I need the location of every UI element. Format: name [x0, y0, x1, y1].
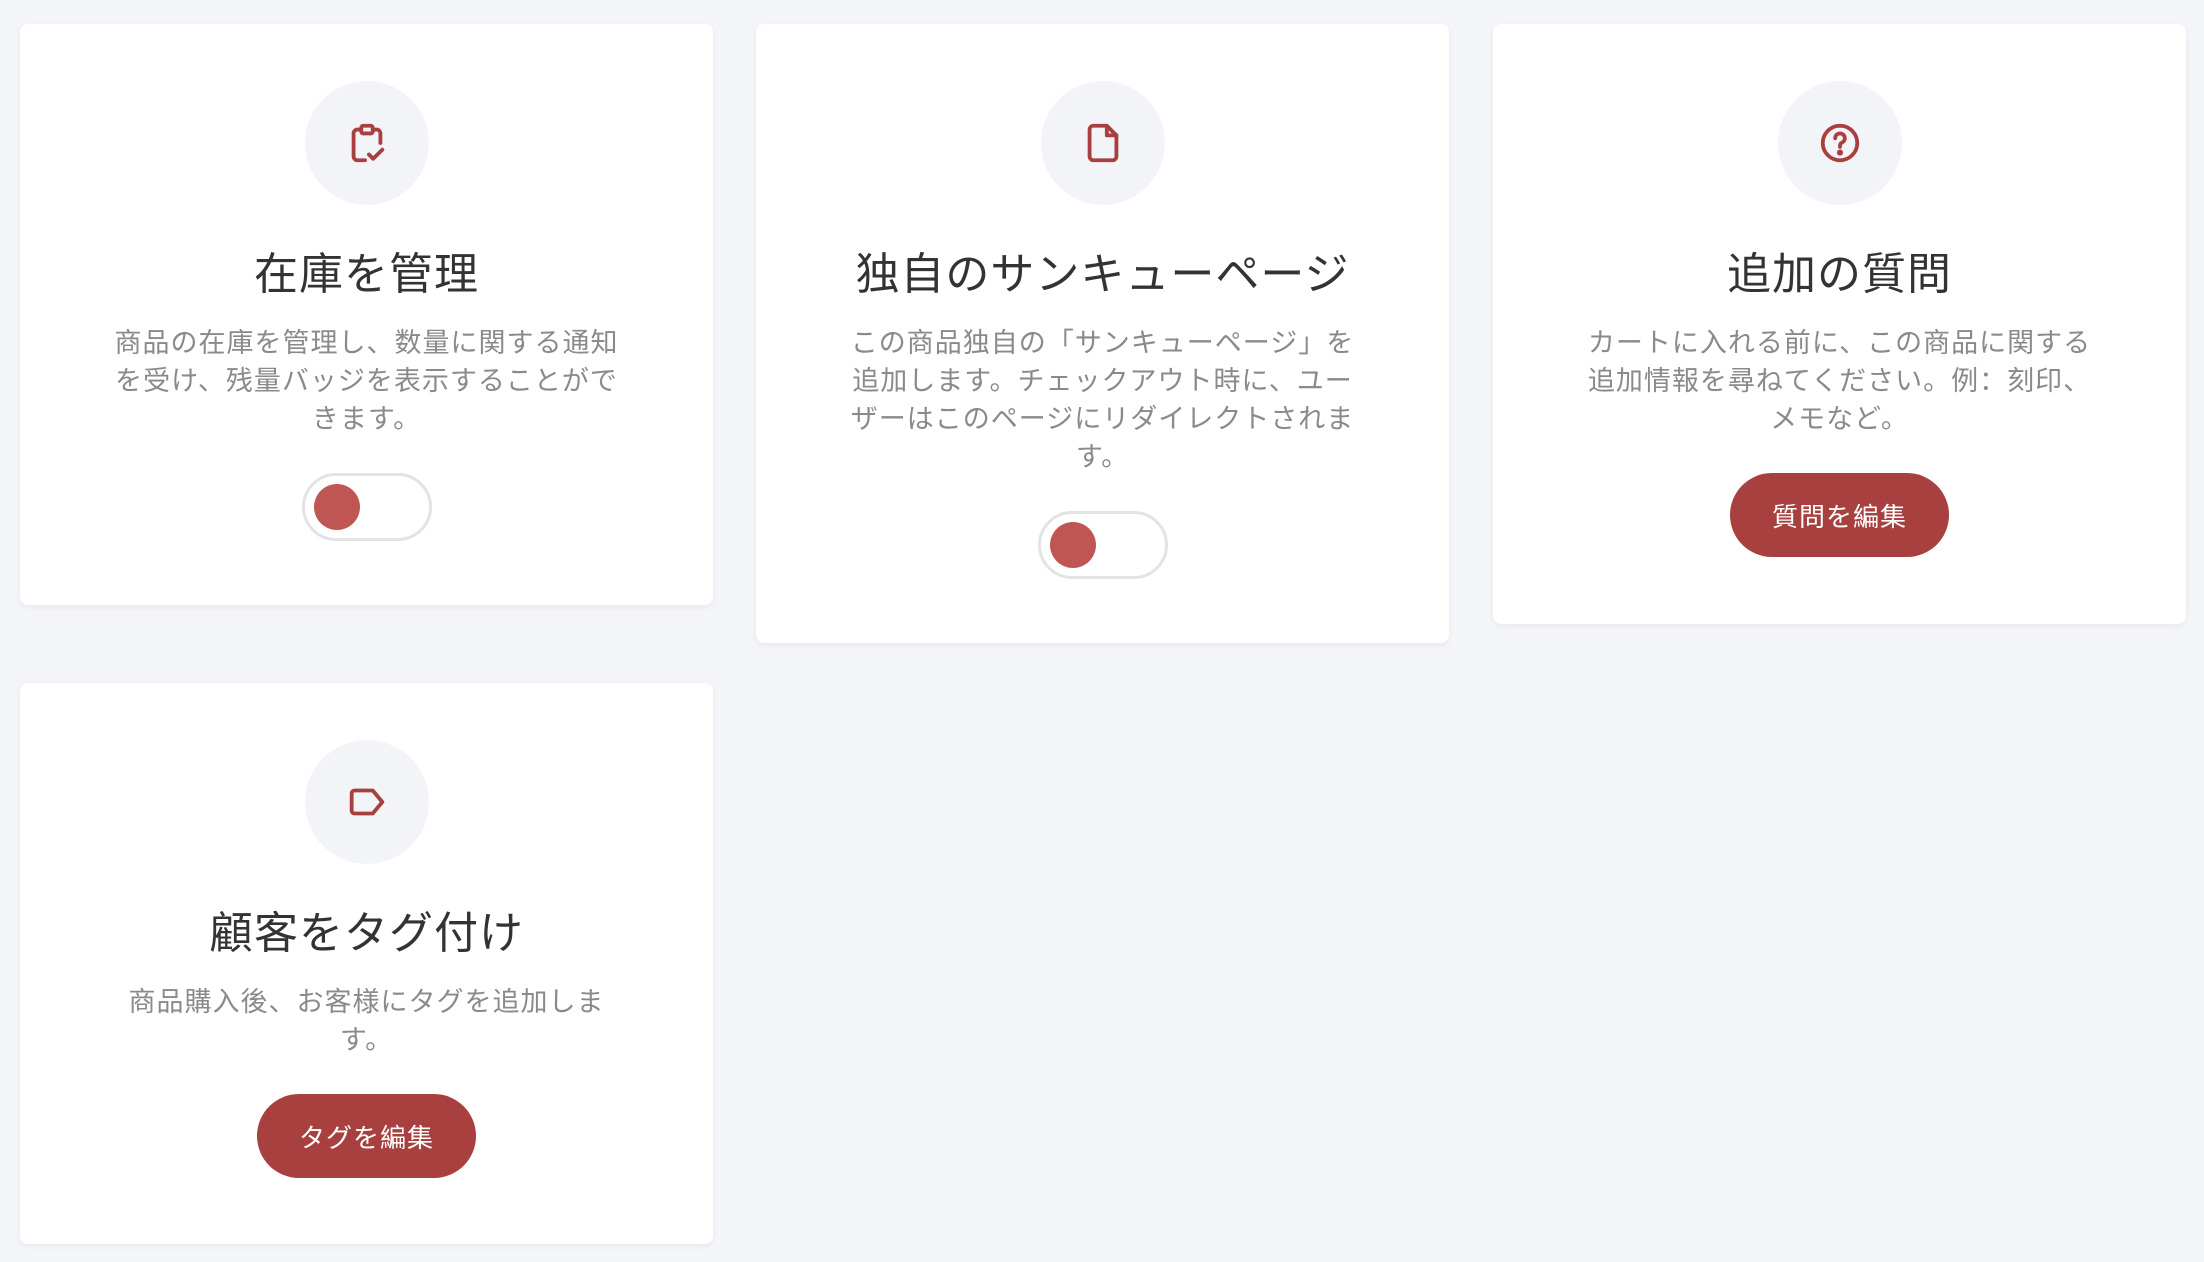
inventory-card: 在庫を管理 商品の在庫を管理し、数量に関する通知を受け、残量バッジを表示すること…: [20, 24, 713, 605]
inventory-toggle[interactable]: [301, 473, 432, 541]
card-title: 追加の質問: [1727, 249, 1952, 300]
card-title: 在庫を管理: [254, 249, 479, 300]
toggle-knob: [313, 484, 360, 530]
clipboard-check-icon: [304, 81, 429, 205]
additional-questions-card: 追加の質問 カートに入れる前に、この商品に関する追加情報を尋ねてください。例：刻…: [1493, 24, 2186, 624]
thankyou-page-card: 独自のサンキューページ この商品独自の「サンキューページ」を追加します。チェック…: [756, 24, 1449, 643]
edit-questions-button[interactable]: 質問を編集: [1729, 473, 1949, 557]
document-icon: [1040, 81, 1165, 205]
card-title: 顧客をタグ付け: [209, 908, 524, 959]
card-description: カートに入れる前に、この商品に関する追加情報を尋ねてください。例：刻印、メモなど…: [1587, 328, 2092, 435]
card-description: この商品独自の「サンキューページ」を追加します。チェックアウト時に、ユーザーはこ…: [850, 328, 1355, 473]
toggle-knob: [1049, 522, 1096, 568]
card-title: 独自のサンキューページ: [855, 249, 1350, 300]
question-circle-icon: [1777, 81, 1902, 205]
thankyou-page-toggle[interactable]: [1037, 511, 1168, 579]
edit-tags-button[interactable]: タグを編集: [256, 1094, 476, 1178]
card-description: 商品の在庫を管理し、数量に関する通知を受け、残量バッジを表示することができます。: [114, 328, 619, 435]
tag-customers-card: 顧客をタグ付け 商品購入後、お客様にタグを追加します。 タグを編集: [20, 683, 713, 1244]
tag-icon: [304, 740, 429, 864]
card-description: 商品購入後、お客様にタグを追加します。: [128, 987, 605, 1056]
